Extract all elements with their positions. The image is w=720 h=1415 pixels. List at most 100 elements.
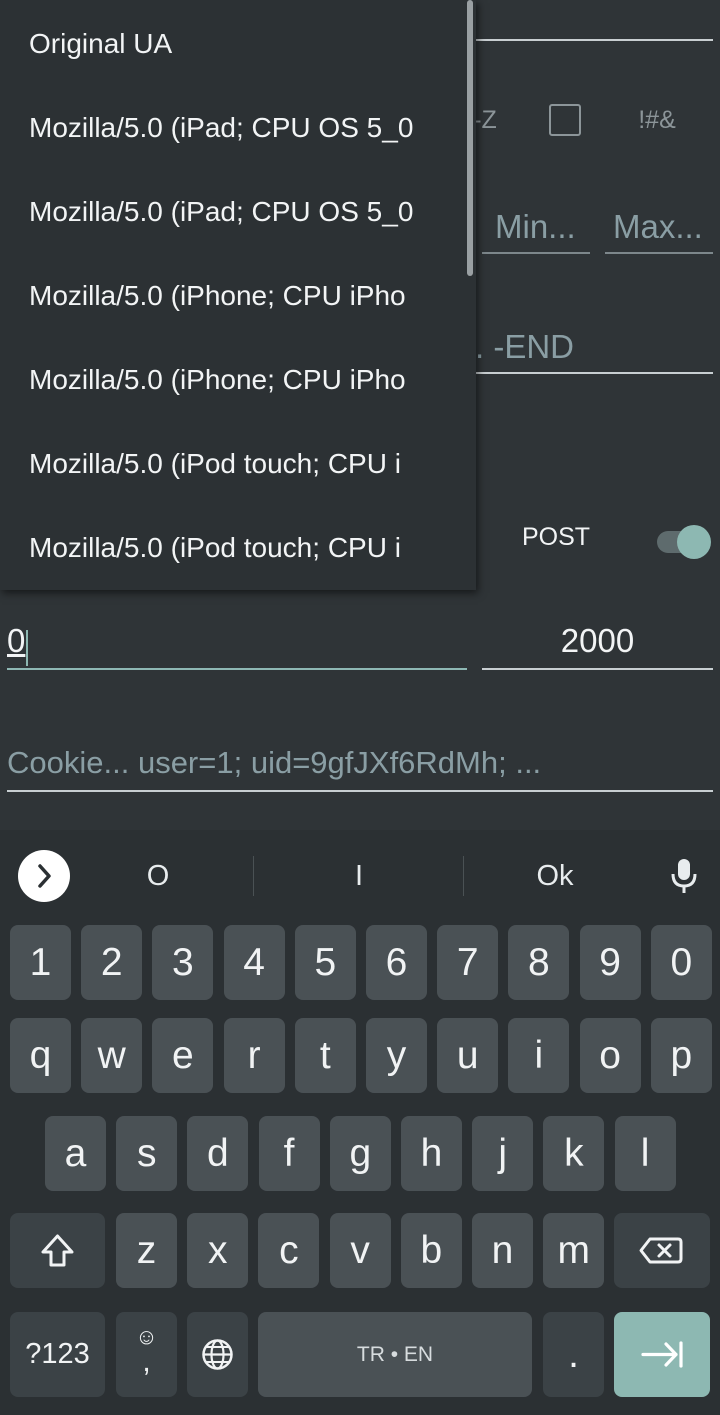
key-a-label: a [64,1132,87,1175]
soft-keyboard: O I Ok 1 2 3 4 5 6 7 8 9 0 q w e r t y u i o p a s d f g h j k l z x c v… [0,830,720,1415]
dropdown-item[interactable]: Mozilla/5.0 (iPad; CPU OS 5_0 [29,86,447,170]
key-m-label: m [557,1229,590,1272]
tab-enter-icon [641,1341,683,1368]
key-2[interactable]: 2 [81,925,143,1000]
dropdown-item[interactable]: Mozilla/5.0 (iPhone; CPU iPho [29,338,447,422]
key-m[interactable]: m [543,1213,605,1288]
end-number-field[interactable]: 2000 [482,612,713,670]
key-x[interactable]: x [187,1213,249,1288]
key-y[interactable]: y [366,1018,427,1093]
key-9-label: 9 [599,941,621,984]
start-field[interactable]: 0 [7,612,467,670]
key-f[interactable]: f [258,1116,320,1191]
key-b[interactable]: b [400,1213,462,1288]
key-1[interactable]: 1 [10,925,71,1000]
symbols-option-button[interactable]: !#& [625,100,689,140]
comma-emoji-key[interactable]: ☺, [116,1312,177,1397]
key-g[interactable]: g [329,1116,391,1191]
key-n[interactable]: n [472,1213,533,1288]
key-4[interactable]: 4 [223,925,285,1000]
backspace-key[interactable] [614,1213,710,1288]
key-c[interactable]: c [258,1213,320,1288]
key-8[interactable]: 8 [508,925,570,1000]
key-6-label: 6 [385,941,408,984]
key-j[interactable]: j [472,1116,534,1191]
user-agent-dropdown[interactable]: Original UA Mozilla/5.0 (iPad; CPU OS 5_… [0,0,476,590]
key-e[interactable]: e [152,1018,214,1093]
start-value: 0 [7,622,26,659]
dropdown-item[interactable]: Mozilla/5.0 (iPod touch; CPU i [29,422,447,506]
suffix-hint: . -END [475,328,574,365]
key-1-label: 1 [29,941,52,984]
key-o-label: o [599,1034,621,1077]
key-w-label: w [97,1034,126,1077]
suffix-field[interactable]: . -END [475,322,713,374]
shift-key[interactable] [10,1213,105,1288]
key-l[interactable]: l [614,1116,676,1191]
space-key[interactable]: TR • EN [258,1312,532,1397]
suggestion-item[interactable]: O [60,853,256,899]
key-7[interactable]: 7 [437,925,499,1000]
key-9[interactable]: 9 [579,925,641,1000]
key-i[interactable]: i [508,1018,570,1093]
key-u[interactable]: u [437,1018,499,1093]
min-field[interactable]: Min... [482,202,590,254]
post-toggle-thumb [677,525,711,559]
dropdown-item[interactable]: Mozilla/5.0 (iPod touch; CPU i [29,506,447,590]
key-z[interactable]: z [116,1213,177,1288]
mic-glyph [671,859,697,893]
key-d[interactable]: d [187,1116,249,1191]
key-q[interactable]: q [10,1018,71,1093]
key-f-label: f [283,1132,295,1175]
key-v-label: v [350,1229,370,1272]
key-3[interactable]: 3 [152,925,214,1000]
key-r-label: r [247,1034,261,1077]
key-t[interactable]: t [294,1018,356,1093]
key-r[interactable]: r [223,1018,285,1093]
microphone-icon[interactable] [669,858,699,894]
dropdown-item[interactable]: Mozilla/5.0 (iPad; CPU OS 5_0 [29,170,447,254]
key-0[interactable]: 0 [650,925,712,1000]
key-2-label: 2 [100,941,123,984]
dropdown-item[interactable]: Mozilla/5.0 (iPhone; CPU iPho [29,254,447,338]
cookie-field[interactable]: Cookie... user=1; uid=9gfJXf6RdMh; ... [7,734,713,792]
key-o[interactable]: o [579,1018,641,1093]
backspace-icon [639,1237,683,1264]
key-c-label: c [279,1229,299,1272]
language-key[interactable] [187,1312,248,1397]
option-checkbox[interactable] [549,104,581,136]
key-w[interactable]: w [81,1018,143,1093]
post-label: POST [522,523,591,551]
key-z-label: z [136,1229,157,1272]
post-toggle[interactable] [655,525,713,559]
key-8-label: 8 [528,941,550,984]
suggestion-item[interactable]: I [256,853,462,899]
key-n-label: n [491,1229,514,1272]
enter-key[interactable] [614,1312,710,1397]
key-x-label: x [207,1229,228,1272]
key-6[interactable]: 6 [366,925,427,1000]
symbols-key[interactable]: ?123 [10,1312,105,1397]
key-i-label: i [534,1034,544,1077]
suggestion-item[interactable]: Ok [462,853,648,899]
dropdown-scrollbar[interactable] [467,0,473,276]
key-j-label: j [498,1132,508,1175]
period-key-label: . [568,1333,579,1376]
key-v[interactable]: v [329,1213,391,1288]
key-l-label: l [640,1132,650,1175]
url-field[interactable] [475,0,713,41]
key-b-label: b [420,1229,443,1272]
key-p[interactable]: p [650,1018,712,1093]
period-key[interactable]: . [543,1312,604,1397]
dropdown-item[interactable]: Original UA [29,2,447,86]
key-a[interactable]: a [45,1116,106,1191]
key-s[interactable]: s [116,1116,178,1191]
key-4-label: 4 [243,941,265,984]
max-field[interactable]: Max... [605,202,713,254]
key-5-label: 5 [314,941,337,984]
cookie-hint: Cookie... user=1; uid=9gfJXf6RdMh; ... [7,745,542,780]
key-5[interactable]: 5 [294,925,356,1000]
key-k[interactable]: k [543,1116,605,1191]
key-h[interactable]: h [401,1116,462,1191]
key-g-label: g [349,1132,372,1175]
